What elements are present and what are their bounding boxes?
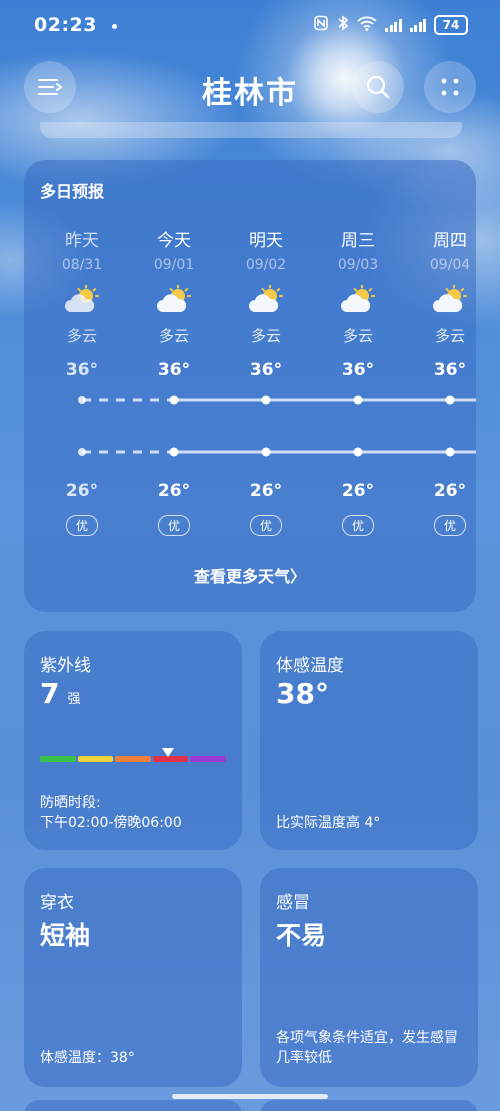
forecast-day[interactable]: 今天 09/01 多云 36° xyxy=(134,226,214,380)
partly-cloudy-icon xyxy=(248,284,284,315)
day-low-temp: 26° xyxy=(341,481,375,501)
partly-cloudy-icon xyxy=(156,284,192,315)
next-card-right xyxy=(260,1100,478,1111)
day-name: 今天 xyxy=(157,231,191,251)
notification-dot-icon xyxy=(112,24,118,29)
forecast-day[interactable]: 昨天 08/31 多云 36° xyxy=(42,226,122,380)
day-name: 昨天 xyxy=(65,231,99,251)
aqi-label: 优 xyxy=(433,515,466,536)
feels-like-note: 比实际温度高 4° xyxy=(276,815,381,831)
collapsed-card-strip xyxy=(40,122,462,138)
status-time: 02:23 xyxy=(34,14,97,36)
search-icon xyxy=(366,75,390,99)
aqi-badge: 优 xyxy=(134,515,214,536)
day-high-temp: 36° xyxy=(157,360,191,380)
day-high-temp: 36° xyxy=(433,360,467,380)
partly-cloudy-icon xyxy=(432,284,468,315)
day-low-temp: 26° xyxy=(157,481,191,501)
forecast-day[interactable]: 明天 09/02 多云 36° xyxy=(226,226,306,380)
day-date: 09/03 xyxy=(337,257,379,273)
uv-marker-icon xyxy=(162,748,175,757)
aqi-badge: 优 xyxy=(42,515,122,536)
status-icons: 74 xyxy=(313,15,468,35)
day-condition: 多云 xyxy=(434,327,465,345)
day-name: 周四 xyxy=(433,231,467,251)
feels-like-value: 38° xyxy=(276,677,329,710)
aqi-badge: 优 xyxy=(410,515,476,536)
day-name: 周三 xyxy=(341,231,375,251)
uv-label: 紫外线 xyxy=(40,656,91,676)
uv-value: 7 xyxy=(40,677,60,710)
next-card-left xyxy=(24,1100,242,1111)
sun-protection-label: 防晒时段: xyxy=(40,795,101,811)
day-high-temp: 36° xyxy=(65,360,99,380)
home-indicator[interactable] xyxy=(172,1094,328,1099)
wifi-icon xyxy=(357,15,377,35)
aqi-label: 优 xyxy=(157,515,190,536)
app-header: 桂林市 xyxy=(0,58,500,118)
day-condition: 多云 xyxy=(66,327,97,345)
status-time-group: 02:23 xyxy=(34,14,118,36)
day-low-temp: 26° xyxy=(433,481,467,501)
cold-label: 感冒 xyxy=(276,893,310,913)
cold-value: 不易 xyxy=(276,921,327,950)
multi-day-forecast-card[interactable]: 多日预报 昨天 08/31 多云 36° 26° 优今天 09/01 多云 36° 26° 优明天 0… xyxy=(24,160,476,612)
day-date: 09/04 xyxy=(429,257,471,273)
forecast-day[interactable]: 周四 09/04 多云 36° xyxy=(410,226,476,380)
clothing-card[interactable]: 穿衣 短袖 体感温度：38° xyxy=(24,868,242,1087)
nfc-icon xyxy=(313,15,329,35)
uv-card[interactable]: 紫外线 7强 防晒时段: 下午02:00-傍晚06:00 xyxy=(24,631,242,850)
more-button[interactable] xyxy=(424,61,476,113)
uv-value-row: 7强 xyxy=(40,677,81,710)
day-date: 08/31 xyxy=(61,257,103,273)
aqi-label: 优 xyxy=(65,515,98,536)
day-condition: 多云 xyxy=(342,327,373,345)
more-weather-link[interactable]: 查看更多天气〉 xyxy=(24,563,476,587)
uv-scale-segment xyxy=(190,756,226,762)
partly-cloudy-icon xyxy=(340,284,376,315)
clothing-label: 穿衣 xyxy=(40,893,74,913)
day-high-temp: 36° xyxy=(341,360,375,380)
signal-1-icon xyxy=(385,18,402,32)
low-temp-line xyxy=(78,447,476,457)
aqi-label: 优 xyxy=(341,515,374,536)
day-condition: 多云 xyxy=(250,327,281,345)
uv-level: 强 xyxy=(67,692,81,707)
day-high-temp: 36° xyxy=(249,360,283,380)
feels-like-label: 体感温度 xyxy=(276,656,344,676)
aqi-badge: 优 xyxy=(318,515,398,536)
cold-index-card[interactable]: 感冒 不易 各项气象条件适宜，发生感冒几率较低 xyxy=(260,868,478,1087)
partly-cloudy-icon xyxy=(64,284,100,315)
search-button[interactable] xyxy=(352,61,404,113)
day-condition: 多云 xyxy=(158,327,189,345)
day-date: 09/02 xyxy=(245,257,287,273)
clothing-value: 短袖 xyxy=(40,921,91,950)
high-temp-line xyxy=(78,395,476,405)
cold-note: 各项气象条件适宜，发生感冒几率较低 xyxy=(276,1030,458,1066)
bluetooth-icon xyxy=(337,15,349,35)
day-date: 09/01 xyxy=(153,257,195,273)
more-grid-icon xyxy=(441,78,459,96)
status-bar: 02:23 74 xyxy=(0,0,500,50)
forecast-day[interactable]: 周三 09/03 多云 36° xyxy=(318,226,398,380)
signal-2-icon xyxy=(409,18,426,32)
uv-scale-segment xyxy=(40,756,76,762)
uv-scale-segment xyxy=(77,756,114,762)
day-low-temp: 26° xyxy=(65,481,99,501)
aqi-label: 优 xyxy=(249,515,282,536)
battery-indicator: 74 xyxy=(434,15,468,35)
day-name: 明天 xyxy=(249,231,283,251)
feels-like-card[interactable]: 体感温度 38° 比实际温度高 4° xyxy=(260,631,478,850)
uv-scale-bar xyxy=(40,756,226,762)
aqi-badge: 优 xyxy=(226,515,306,536)
clothing-note: 体感温度：38° xyxy=(40,1050,135,1066)
day-low-temp: 26° xyxy=(249,481,283,501)
sun-protection-time: 下午02:00-傍晚06:00 xyxy=(40,815,182,831)
uv-scale-segment xyxy=(115,756,151,762)
